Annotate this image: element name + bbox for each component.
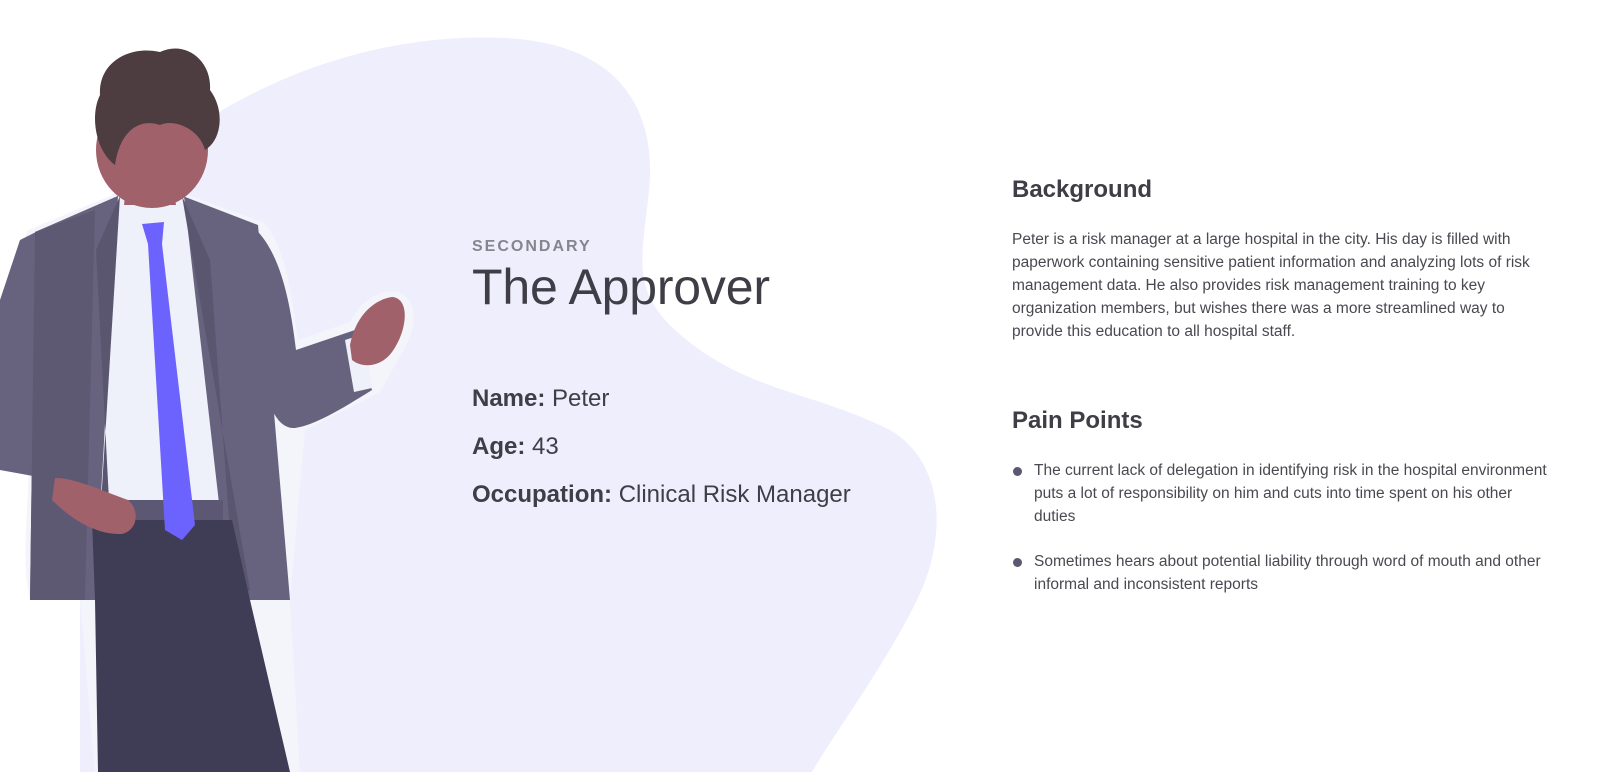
persona-name-row: Name: Peter [472,387,912,411]
name-value: Peter [552,385,610,412]
persona-age-row: Age: 43 [472,435,912,459]
businessman-person-illustration [0,48,414,772]
bullet-icon [1013,558,1022,567]
occupation-label: Occupation: [472,481,613,508]
persona-tier-label: SECONDARY [472,238,592,255]
occupation-value: Clinical Risk Manager [618,481,851,508]
age-label: Age: [472,433,526,460]
age-value: 43 [532,433,559,460]
pain-points-list: The current lack of delegation in identi… [1012,459,1552,596]
background-heading: Background [1012,176,1153,203]
bullet-icon [1013,467,1022,476]
persona-details: Name: Peter Age: 43 Occupation: Clinical… [472,387,912,507]
background-text: Peter is a risk manager at a large hospi… [1012,231,1530,340]
pain-points-heading: Pain Points [1012,407,1143,434]
name-label: Name: [472,385,546,412]
pain-point-text: Sometimes hears about potential liabilit… [1034,553,1541,593]
persona-title: The Approver [472,259,770,315]
pain-points-section: Pain Points The current lack of delegati… [1012,407,1552,596]
persona-slide: SECONDARY The Approver Name: Peter Age: … [0,0,1600,772]
jacket-shadow [30,210,95,600]
pain-point-item: Sometimes hears about potential liabilit… [1012,550,1552,596]
background-section: Background Peter is a risk manager at a … [1012,176,1552,343]
persona-info-column: Background Peter is a risk manager at a … [1012,176,1552,618]
persona-card: SECONDARY The Approver Name: Peter Age: … [472,238,912,531]
pain-point-text: The current lack of delegation in identi… [1034,462,1547,525]
persona-occupation-row: Occupation: Clinical Risk Manager [472,483,912,507]
pain-point-item: The current lack of delegation in identi… [1012,459,1552,528]
